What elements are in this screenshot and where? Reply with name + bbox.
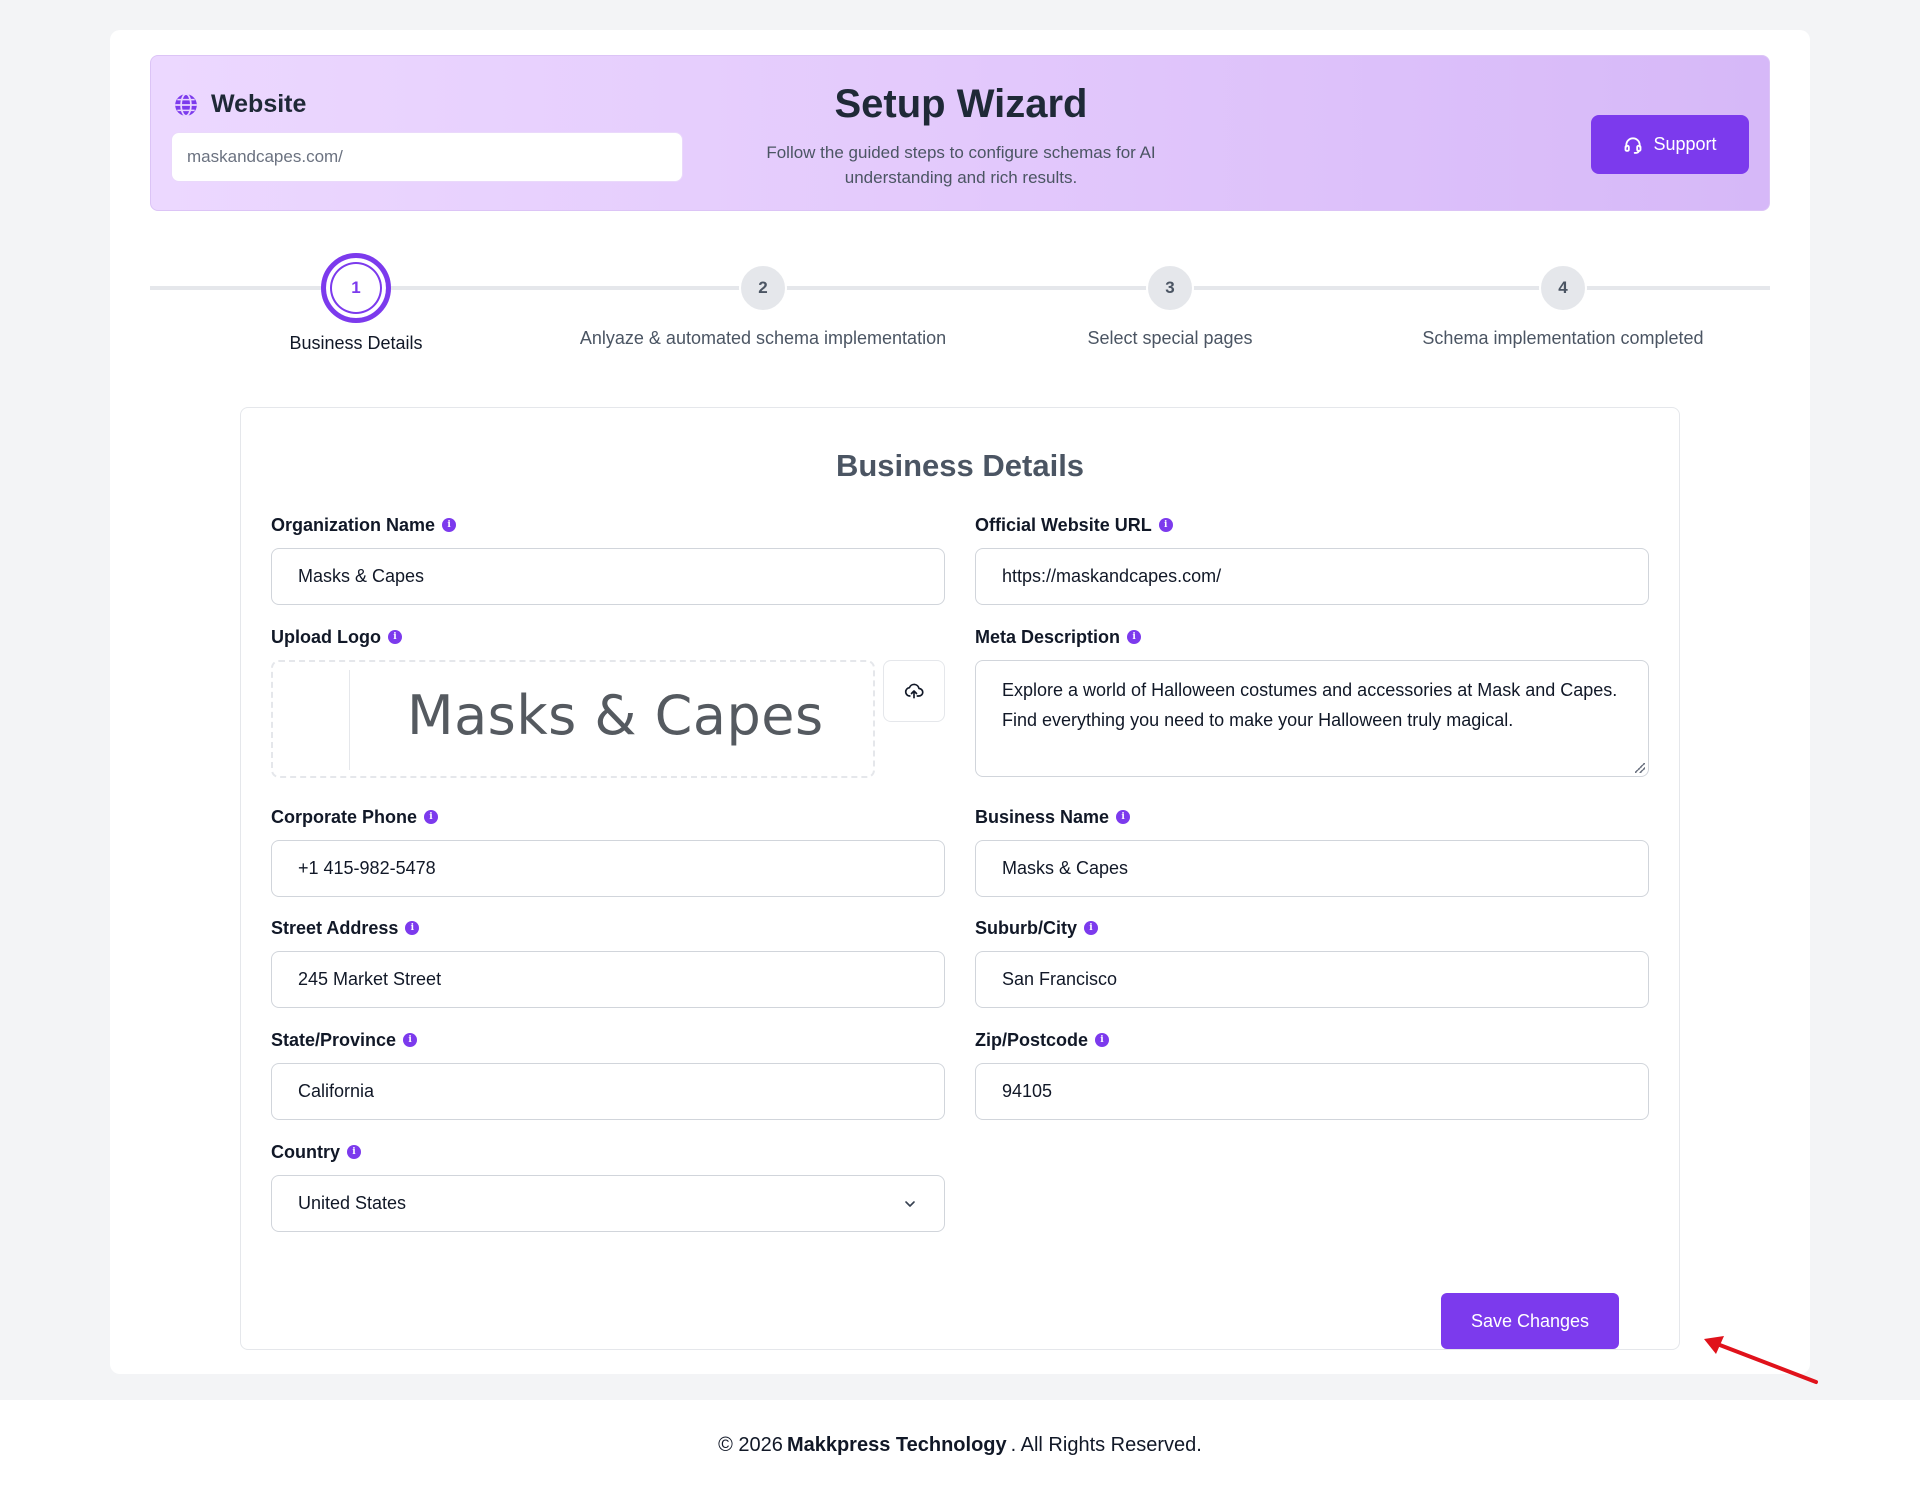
upload-logo-button[interactable]	[883, 660, 945, 722]
city-field: Suburb/City i San Francisco	[975, 917, 1649, 1008]
city-label: Suburb/City i	[975, 917, 1649, 939]
page-title: Setup Wizard	[834, 82, 1088, 126]
country-label: Country i	[271, 1141, 945, 1163]
label-text: Corporate Phone	[271, 806, 418, 827]
chevron-down-icon	[905, 1200, 915, 1207]
footer: © 2026 Makkpress Technology . All Rights…	[0, 1400, 1920, 1490]
state-input[interactable]: California	[271, 1063, 945, 1120]
meta-description-textarea[interactable]: Explore a world of Halloween costumes an…	[975, 660, 1649, 777]
business-name-field: Business Name i Masks & Capes	[975, 806, 1649, 897]
website-url-input[interactable]: https://maskandcapes.com/	[975, 548, 1649, 605]
label-text: State/Province	[271, 1029, 397, 1050]
country-select[interactable]: United States	[271, 1175, 945, 1232]
form-title: Business Details	[835, 448, 1085, 483]
street-address-input[interactable]: 245 Market Street	[271, 951, 945, 1008]
zip-label: Zip/Postcode i	[975, 1029, 1649, 1051]
cloud-upload-icon	[904, 683, 924, 699]
support-button-label: Support	[1653, 134, 1717, 154]
logo-preview: Masks & Capes	[407, 684, 824, 747]
label-text: Business Name	[975, 806, 1110, 827]
info-icon[interactable]: i	[1095, 1033, 1110, 1047]
website-label-text: Website	[211, 90, 307, 118]
resize-handle-icon[interactable]	[1635, 763, 1645, 773]
label-text: Meta Description	[975, 626, 1121, 647]
step-number: 4	[1539, 264, 1587, 312]
zip-input[interactable]: 94105	[975, 1063, 1649, 1120]
country-selected-value: United States	[298, 1193, 407, 1213]
info-icon[interactable]: i	[1116, 810, 1131, 824]
street-address-label: Street Address i	[271, 917, 945, 939]
info-icon[interactable]: i	[347, 1145, 361, 1159]
footer-rights: . All Rights Reserved.	[1010, 1433, 1202, 1456]
info-icon[interactable]: i	[424, 810, 439, 824]
website-input[interactable]: maskandcapes.com/	[171, 132, 683, 182]
annotation-arrow-icon	[1704, 1336, 1818, 1384]
wizard-stepper: 1 Business Details 2 Anlyaze & automated…	[150, 250, 1770, 353]
footer-copyright: © 2026	[718, 1433, 783, 1456]
step-number: 3	[1146, 264, 1194, 312]
step-number: 2	[739, 264, 787, 312]
meta-description-text: Explore a world of Halloween costumes an…	[1002, 680, 1618, 730]
zip-field: Zip/Postcode i 94105	[975, 1029, 1649, 1120]
meta-description-label: Meta Description i	[975, 626, 1649, 648]
logo-divider	[349, 670, 350, 770]
organization-name-field: Organization Name i Masks & Capes	[271, 514, 945, 605]
info-icon[interactable]: i	[387, 630, 402, 644]
headset-icon	[1625, 136, 1642, 154]
label-text: Street Address	[271, 917, 399, 938]
support-button[interactable]: Support	[1591, 115, 1749, 174]
info-icon[interactable]: i	[442, 518, 457, 532]
label-text: Zip/Postcode	[975, 1029, 1089, 1050]
country-field: Country i United States	[271, 1141, 945, 1232]
organization-name-label: Organization Name i	[271, 514, 945, 536]
corporate-phone-label: Corporate Phone i	[271, 806, 945, 828]
corporate-phone-input[interactable]: +1 415-982-5478	[271, 840, 945, 897]
label-text: Country	[271, 1141, 340, 1162]
organization-name-input[interactable]: Masks & Capes	[271, 548, 945, 605]
city-input[interactable]: San Francisco	[975, 951, 1649, 1008]
step-number: 1	[321, 253, 391, 323]
wizard-header: Website maskandcapes.com/ Setup Wizard F…	[150, 55, 1770, 211]
state-field: State/Province i California	[271, 1029, 945, 1120]
website-label: Website	[173, 90, 306, 119]
website-url-field: Official Website URL i https://maskandca…	[975, 514, 1649, 605]
info-icon[interactable]: i	[1158, 518, 1173, 532]
website-url-label: Official Website URL i	[975, 514, 1649, 536]
label-text: Official Website URL	[975, 514, 1152, 535]
corporate-phone-field: Corporate Phone i +1 415-982-5478	[271, 806, 945, 897]
upload-logo-label: Upload Logo i	[271, 626, 945, 648]
state-label: State/Province i	[271, 1029, 945, 1051]
info-icon[interactable]: i	[1127, 630, 1142, 644]
label-text: Organization Name	[271, 514, 436, 535]
logo-dropzone[interactable]: Masks & Capes	[271, 660, 875, 778]
business-name-label: Business Name i	[975, 806, 1649, 828]
step-label: Schema implementation completed	[1422, 328, 1704, 348]
upload-logo-field: Upload Logo i Masks & Capes	[271, 626, 945, 778]
save-changes-button[interactable]: Save Changes	[1441, 1293, 1619, 1349]
info-icon[interactable]: i	[405, 921, 420, 935]
info-icon[interactable]: i	[403, 1033, 418, 1047]
business-name-input[interactable]: Masks & Capes	[975, 840, 1649, 897]
step-completed[interactable]: 4 Schema implementation completed	[1313, 250, 1813, 349]
page-subtitle: Follow the guided steps to configure sch…	[766, 143, 1156, 187]
footer-company: Makkpress Technology	[786, 1433, 1007, 1456]
meta-description-field: Meta Description i Explore a world of Ha…	[975, 626, 1649, 777]
business-details-form: Business Details Organization Name i Mas…	[240, 407, 1680, 1350]
main-card: Website maskandcapes.com/ Setup Wizard F…	[110, 30, 1818, 1384]
label-text: Suburb/City	[975, 917, 1077, 938]
label-text: Upload Logo	[271, 626, 381, 647]
info-icon[interactable]: i	[1084, 921, 1098, 935]
street-address-field: Street Address i 245 Market Street	[271, 917, 945, 1008]
globe-icon	[175, 92, 197, 117]
